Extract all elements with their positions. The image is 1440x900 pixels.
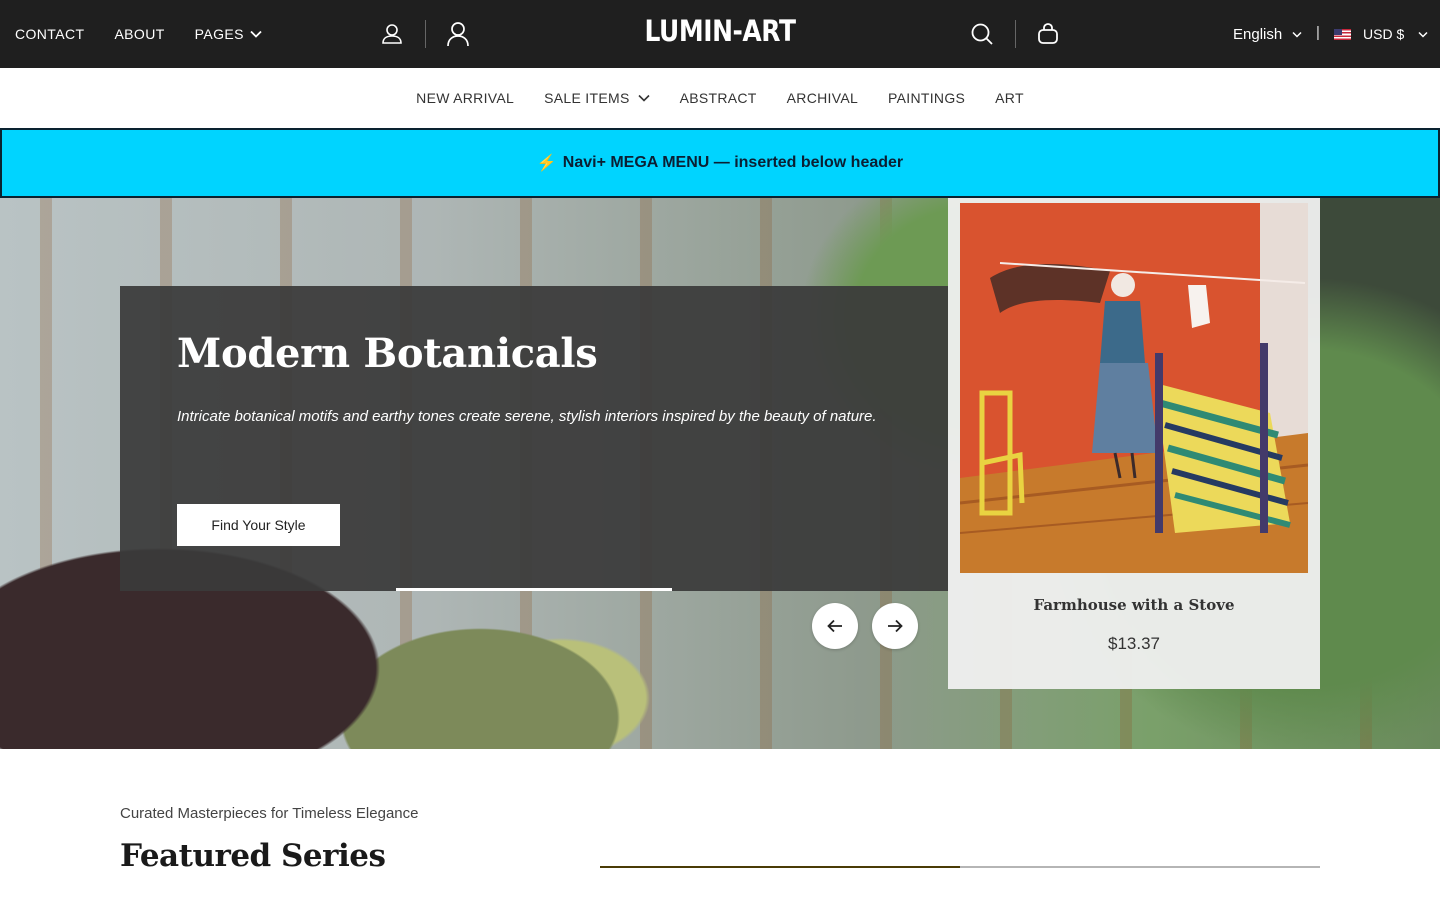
featured-scroll-track[interactable] — [600, 866, 1320, 868]
nav-paintings[interactable]: PAINTINGS — [888, 90, 965, 106]
next-slide-button[interactable] — [872, 603, 918, 649]
nav-label: PAINTINGS — [888, 90, 966, 106]
chevron-down-icon — [638, 94, 650, 102]
site-logo[interactable]: LUMIN-ART — [634, 14, 806, 48]
hero-content-panel: Modern Botanicals Intricate botanical mo… — [120, 286, 948, 591]
nav-label: SALE ITEMS — [544, 90, 630, 106]
divider — [425, 20, 426, 48]
nav-label: ABSTRACT — [679, 90, 757, 106]
product-image[interactable] — [960, 203, 1308, 573]
top-nav-about-label: ABOUT — [114, 26, 165, 42]
top-bar: CONTACT ABOUT PAGES LUMIN-ART English | … — [0, 0, 1440, 68]
top-nav-contact[interactable]: CONTACT — [15, 26, 84, 42]
divider — [1015, 20, 1016, 48]
top-nav-about[interactable]: ABOUT — [114, 26, 164, 42]
hero-slider: Modern Botanicals Intricate botanical mo… — [0, 198, 1440, 749]
featured-scroll-progress — [600, 866, 960, 868]
currency-selector[interactable]: USD $ — [1334, 0, 1428, 68]
location-user-icon — [382, 24, 402, 44]
top-nav-contact-label: CONTACT — [15, 26, 85, 42]
hero-subtitle: Intricate botanical motifs and earthy to… — [177, 408, 877, 425]
product-name[interactable]: Farmhouse with a Stove — [948, 596, 1320, 614]
arrow-right-icon — [888, 619, 903, 633]
banner-text: Navi+ MEGA MENU — inserted below header — [562, 154, 904, 171]
product-price: $13.37 — [1108, 634, 1160, 653]
mega-menu-banner: ⚡ Navi+ MEGA MENU — inserted below heade… — [0, 128, 1440, 198]
arrow-left-icon — [827, 619, 842, 633]
nav-sale-items[interactable]: SALE ITEMS — [544, 90, 650, 106]
selector-separator: | — [1316, 24, 1320, 41]
chevron-down-icon — [1418, 31, 1428, 38]
featured-product-card[interactable]: Farmhouse with a Stove $13.37 — [948, 198, 1320, 689]
nav-archival[interactable]: ARCHIVAL — [787, 90, 858, 106]
prev-slide-button[interactable] — [812, 603, 858, 649]
chevron-down-icon — [250, 30, 262, 38]
top-nav-pages[interactable]: PAGES — [195, 26, 262, 42]
lightning-icon: ⚡ — [536, 155, 557, 172]
cart-button[interactable] — [1034, 20, 1062, 48]
featured-subtitle: Curated Masterpieces for Timeless Elegan… — [120, 805, 419, 822]
search-button[interactable] — [968, 20, 996, 48]
nav-new-arrival[interactable]: NEW ARRIVAL — [416, 90, 514, 106]
top-nav-pages-label: PAGES — [194, 26, 244, 42]
us-flag-icon — [1334, 28, 1351, 40]
nav-label: NEW ARRIVAL — [416, 90, 515, 106]
top-nav: CONTACT ABOUT PAGES — [15, 0, 262, 68]
nav-label: ARCHIVAL — [786, 90, 859, 106]
search-icon — [971, 23, 993, 45]
slide-progress-bar — [396, 588, 672, 591]
currency-label: USD $ — [1363, 26, 1405, 42]
main-nav: NEW ARRIVAL SALE ITEMS ABSTRACT ARCHIVAL… — [0, 68, 1440, 128]
featured-title: Featured Series — [120, 838, 386, 874]
nav-abstract[interactable]: ABSTRACT — [680, 90, 757, 106]
language-selector[interactable]: English — [1233, 0, 1302, 68]
nav-label: ART — [995, 90, 1024, 106]
shopping-bag-icon — [1038, 23, 1058, 44]
painting-image — [960, 203, 1308, 573]
store-locator-button[interactable] — [378, 20, 406, 48]
user-icon — [447, 22, 469, 47]
language-label: English — [1233, 25, 1283, 43]
account-button[interactable] — [444, 20, 472, 48]
hero-title: Modern Botanicals — [177, 330, 598, 377]
nav-art[interactable]: ART — [995, 90, 1024, 106]
find-your-style-button[interactable]: Find Your Style — [177, 504, 340, 546]
chevron-down-icon — [1292, 31, 1302, 38]
